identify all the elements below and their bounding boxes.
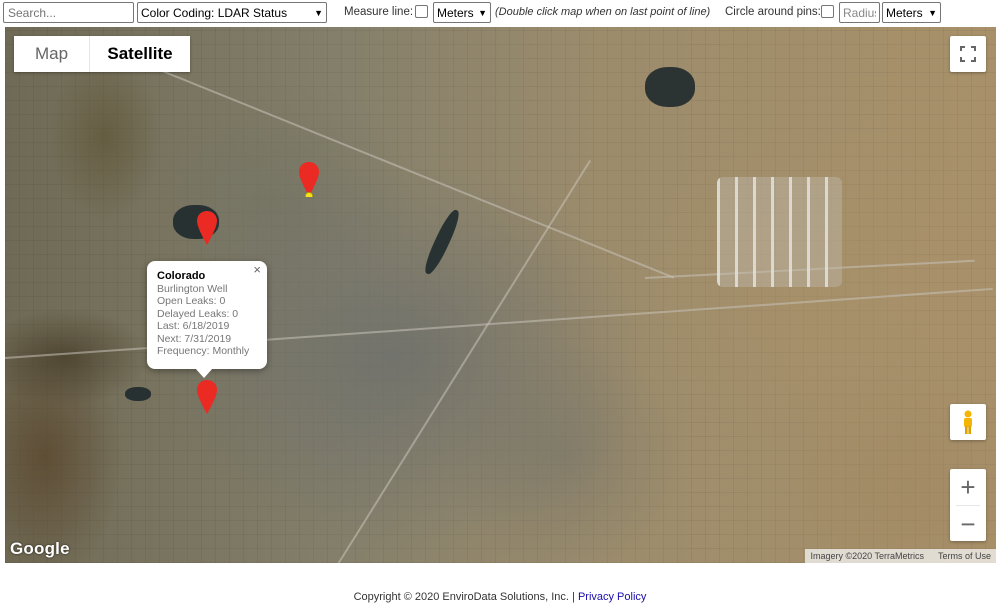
highway — [335, 159, 592, 563]
map-type-map-button[interactable]: Map — [14, 36, 90, 72]
info-last-date: Last: 6/18/2019 — [157, 320, 230, 332]
zoom-out-button[interactable]: − — [950, 506, 986, 542]
search-input[interactable] — [3, 2, 134, 23]
circle-units-select[interactable]: Meters ▼ — [882, 2, 941, 23]
circle-units-value: Meters — [886, 5, 923, 20]
radius-input[interactable] — [839, 2, 880, 23]
zoom-control: + − — [950, 469, 986, 541]
measure-line-label: Measure line: — [344, 6, 414, 18]
privacy-policy-link[interactable]: Privacy Policy — [578, 591, 646, 603]
lake — [125, 387, 151, 401]
map-pin-marker[interactable] — [196, 210, 218, 246]
info-delayed-leaks: Delayed Leaks: 0 — [157, 307, 239, 320]
google-logo: Google — [10, 539, 70, 558]
pegman-icon — [964, 410, 972, 434]
info-title: Colorado — [157, 270, 206, 282]
measure-hint: (Double click map when on last point of … — [495, 6, 711, 18]
measure-units-select[interactable]: Meters ▼ — [433, 2, 491, 23]
info-frequency: Frequency: Monthly — [157, 345, 250, 357]
copyright-text: Copyright © 2020 EnviroData Solutions, I… — [353, 591, 578, 603]
map-pin-marker[interactable] — [196, 379, 218, 415]
zoom-in-button[interactable]: + — [950, 469, 986, 505]
info-window-pointer — [195, 368, 213, 378]
measure-units-value: Meters — [437, 5, 474, 20]
map-pin-marker[interactable] — [298, 161, 320, 197]
color-coding-select[interactable]: Color Coding: LDAR Status ▼ — [137, 2, 327, 23]
map-canvas[interactable]: Map Satellite + − × Colorado Burlington … — [5, 27, 996, 563]
map-type-satellite-button[interactable]: Satellite — [90, 36, 190, 72]
circle-pins-label: Circle around pins: — [725, 6, 821, 18]
color-coding-value: Color Coding: LDAR Status — [141, 5, 288, 20]
circle-pins-checkbox[interactable] — [821, 5, 834, 18]
measure-line-checkbox[interactable] — [415, 5, 428, 18]
footer: Copyright © 2020 EnviroData Solutions, I… — [0, 591, 1000, 603]
map-attribution: Imagery ©2020 TerraMetrics Terms of Use — [805, 549, 996, 563]
fullscreen-button[interactable] — [950, 36, 986, 72]
map-type-control: Map Satellite — [14, 36, 190, 72]
lake — [420, 207, 464, 277]
close-icon[interactable]: × — [253, 263, 261, 276]
info-window: × Colorado Burlington Well Open Leaks: 0… — [147, 261, 267, 369]
terms-of-use-link[interactable]: Terms of Use — [938, 551, 991, 561]
info-open-leaks: Open Leaks: 0 — [157, 295, 226, 307]
info-well-name: Burlington Well — [157, 282, 228, 295]
info-next-date: Next: 7/31/2019 — [157, 332, 232, 345]
map-toolbar: Color Coding: LDAR Status ▼ Measure line… — [0, 0, 1000, 26]
street-view-button[interactable] — [950, 404, 986, 440]
highway — [154, 67, 675, 279]
imagery-credit: Imagery ©2020 TerraMetrics — [810, 551, 924, 561]
airport — [717, 177, 842, 287]
chevron-down-icon: ▼ — [314, 7, 323, 18]
fullscreen-icon — [960, 46, 976, 62]
chevron-down-icon: ▼ — [928, 7, 937, 18]
chevron-down-icon: ▼ — [478, 7, 487, 18]
lake — [645, 67, 695, 107]
